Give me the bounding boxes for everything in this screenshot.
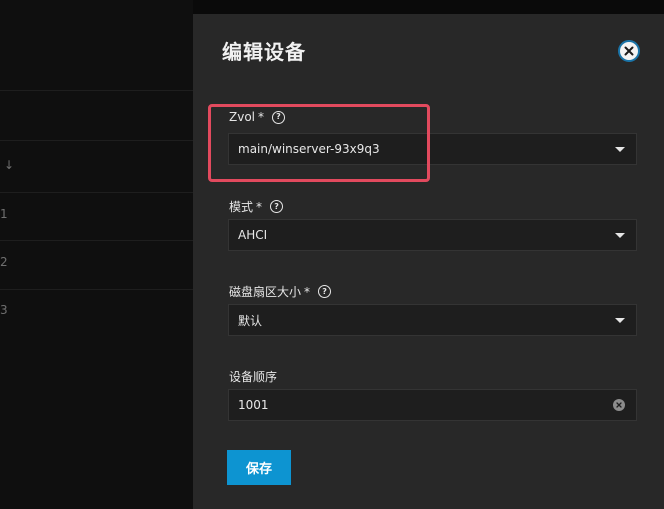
chevron-down-icon <box>615 147 625 152</box>
panel-title: 编辑设备 <box>222 40 306 64</box>
table-divider <box>0 240 193 241</box>
required-mark: * <box>258 110 264 124</box>
help-icon[interactable]: ? <box>272 110 285 124</box>
sort-icon: ↓ <box>4 158 15 172</box>
mode-select[interactable]: AHCI <box>228 219 637 251</box>
table-row-index: 1 <box>0 207 8 221</box>
chevron-down-icon <box>615 233 625 238</box>
close-button[interactable] <box>618 40 640 62</box>
table-divider <box>0 192 193 193</box>
device-order-label-text: 设备顺序 <box>229 370 278 384</box>
mode-label: 模式 * ? <box>229 198 284 215</box>
chevron-down-icon <box>615 318 625 323</box>
edit-device-panel: 编辑设备 Zvol * ? main/winserver-93x9q3 模式 *… <box>193 14 664 509</box>
zvol-label: Zvol * ? <box>229 110 285 124</box>
table-row-index: 3 <box>0 303 8 317</box>
required-mark: * <box>256 199 263 214</box>
device-order-label: 设备顺序 <box>229 368 277 385</box>
table-divider <box>0 289 193 290</box>
required-mark: * <box>304 284 311 299</box>
close-icon <box>616 402 622 408</box>
mode-select-value: AHCI <box>238 228 268 242</box>
save-button[interactable]: 保存 <box>227 450 291 485</box>
clear-icon[interactable] <box>613 399 625 411</box>
mode-label-text: 模式 <box>229 200 254 214</box>
sector-size-select-value: 默认 <box>238 313 263 328</box>
help-icon[interactable]: ? <box>318 285 332 298</box>
device-order-value: 1001 <box>238 398 269 412</box>
zvol-label-text: Zvol <box>229 110 255 124</box>
zvol-select-value: main/winserver-93x9q3 <box>238 142 380 156</box>
zvol-select[interactable]: main/winserver-93x9q3 <box>228 133 637 165</box>
table-divider <box>0 90 193 91</box>
sector-size-label-text: 磁盘扇区大小 <box>229 285 302 299</box>
background-table: ↓ 1 2 3 <box>0 0 193 509</box>
help-icon[interactable]: ? <box>270 200 284 213</box>
table-divider <box>0 140 193 141</box>
table-row-index: 2 <box>0 255 8 269</box>
sector-size-select[interactable]: 默认 <box>228 304 637 336</box>
sector-size-label: 磁盘扇区大小 * ? <box>229 283 332 300</box>
close-icon <box>624 46 634 56</box>
device-order-input[interactable]: 1001 <box>228 389 637 421</box>
app-root: ↓ 1 2 3 编辑设备 Zvol * ? main/winserver-93x… <box>0 0 664 509</box>
